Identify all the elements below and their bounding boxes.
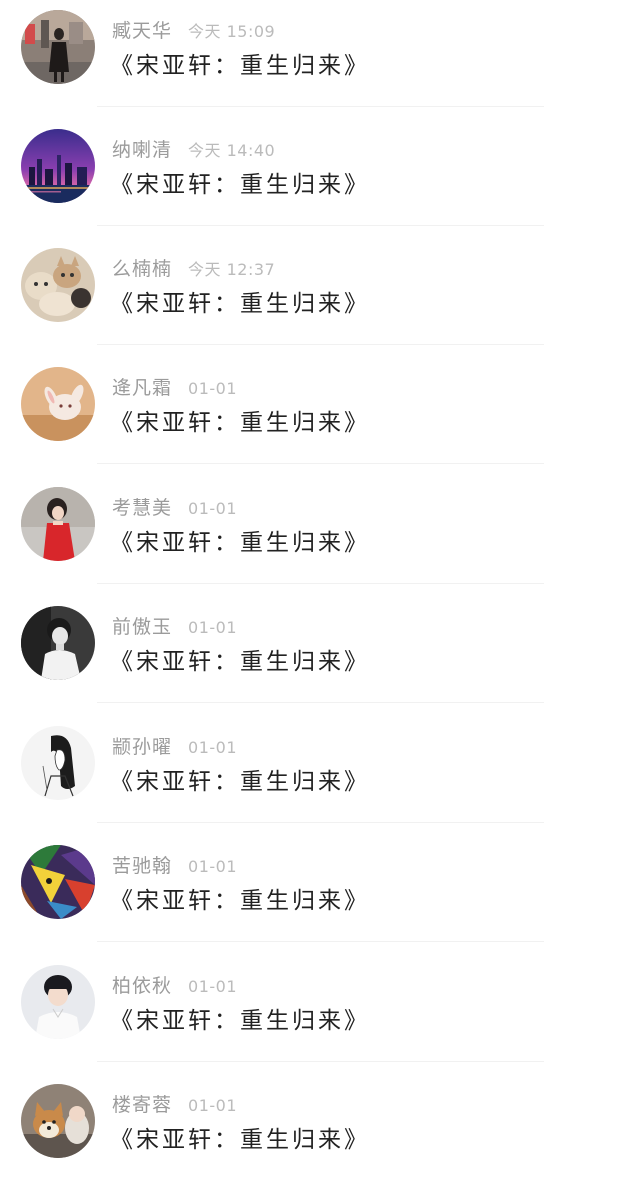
message-title[interactable]: 《宋亚轩：重生归来》 <box>110 1001 370 1035</box>
divider <box>97 225 544 226</box>
girl-red-dress-avatar <box>21 487 95 561</box>
message-title[interactable]: 《宋亚轩：重生归来》 <box>110 284 370 318</box>
sender-name: 颛孙曜 <box>112 736 173 758</box>
city-night-avatar <box>21 129 95 203</box>
message-title[interactable]: 《宋亚轩：重生归来》 <box>110 1120 370 1154</box>
message-time: 01-01 <box>188 857 238 876</box>
message-meta: 前傲玉 01-01 <box>112 612 237 640</box>
list-item[interactable]: 纳喇清 今天 14:40 《宋亚轩：重生归来》 <box>0 119 640 238</box>
avatar[interactable] <box>21 1084 95 1158</box>
message-title[interactable]: 《宋亚轩：重生归来》 <box>110 523 370 557</box>
avatar[interactable] <box>21 965 95 1039</box>
avatar[interactable] <box>21 726 95 800</box>
message-time: 01-01 <box>188 499 238 518</box>
divider <box>97 1061 544 1062</box>
avatar[interactable] <box>21 487 95 561</box>
message-meta: 么楠楠 今天 12:37 <box>112 254 275 282</box>
message-meta: 苦驰翰 01-01 <box>112 851 237 879</box>
sketch-girl-avatar <box>21 726 95 800</box>
message-time: 01-01 <box>188 618 238 637</box>
message-time: 01-01 <box>188 738 238 757</box>
message-time: 01-01 <box>188 977 238 996</box>
message-meta: 臧天华 今天 15:09 <box>112 16 275 44</box>
bw-boy-avatar <box>21 606 95 680</box>
message-title[interactable]: 《宋亚轩：重生归来》 <box>110 642 370 676</box>
sender-name: 苦驰翰 <box>112 855 173 877</box>
list-item[interactable]: 么楠楠 今天 12:37 《宋亚轩：重生归来》 <box>0 238 640 357</box>
message-meta: 柏依秋 01-01 <box>112 971 237 999</box>
sender-name: 逄凡霜 <box>112 377 173 399</box>
list-item[interactable]: 颛孙曜 01-01 《宋亚轩：重生归来》 <box>0 716 640 835</box>
message-title[interactable]: 《宋亚轩：重生归来》 <box>110 165 370 199</box>
divider <box>97 941 544 942</box>
list-item[interactable]: 前傲玉 01-01 《宋亚轩：重生归来》 <box>0 596 640 715</box>
sender-name: 柏依秋 <box>112 975 173 997</box>
colorful-art-avatar <box>21 845 95 919</box>
list-item[interactable]: 考慧美 01-01 《宋亚轩：重生归来》 <box>0 477 640 596</box>
avatar[interactable] <box>21 129 95 203</box>
message-title[interactable]: 《宋亚轩：重生归来》 <box>110 46 370 80</box>
message-title[interactable]: 《宋亚轩：重生归来》 <box>110 403 370 437</box>
list-item[interactable]: 柏依秋 01-01 《宋亚轩：重生归来》 <box>0 955 640 1074</box>
sender-name: 么楠楠 <box>112 258 173 280</box>
divider <box>97 702 544 703</box>
message-title[interactable]: 《宋亚轩：重生归来》 <box>110 762 370 796</box>
divider <box>97 822 544 823</box>
avatar[interactable] <box>21 845 95 919</box>
cats-avatar <box>21 248 95 322</box>
message-meta: 楼寄蓉 01-01 <box>112 1090 237 1118</box>
shiba-dog-avatar <box>21 1084 95 1158</box>
divider <box>97 344 544 345</box>
avatar[interactable] <box>21 367 95 441</box>
avatar[interactable] <box>21 606 95 680</box>
list-item[interactable]: 楼寄蓉 01-01 《宋亚轩：重生归来》 <box>0 1074 640 1193</box>
message-time: 01-01 <box>188 379 238 398</box>
message-meta: 逄凡霜 01-01 <box>112 373 237 401</box>
message-time: 01-01 <box>188 1096 238 1115</box>
sender-name: 楼寄蓉 <box>112 1094 173 1116</box>
avatar[interactable] <box>21 10 95 84</box>
sender-name: 考慧美 <box>112 497 173 519</box>
divider <box>97 106 544 107</box>
message-meta: 考慧美 01-01 <box>112 493 237 521</box>
sender-name: 纳喇清 <box>112 139 173 161</box>
boy-portrait-avatar <box>21 965 95 1039</box>
list-item[interactable]: 逄凡霜 01-01 《宋亚轩：重生归来》 <box>0 357 640 476</box>
message-list: 臧天华 今天 15:09 《宋亚轩：重生归来》 纳喇清 今天 14:40 《宋亚… <box>0 0 640 1170</box>
divider <box>97 583 544 584</box>
message-time: 今天 14:40 <box>188 141 276 160</box>
list-item[interactable]: 苦驰翰 01-01 《宋亚轩：重生归来》 <box>0 835 640 954</box>
sender-name: 前傲玉 <box>112 616 173 638</box>
avatar[interactable] <box>21 248 95 322</box>
message-meta: 颛孙曜 01-01 <box>112 732 237 760</box>
message-time: 今天 15:09 <box>188 22 276 41</box>
message-title[interactable]: 《宋亚轩：重生归来》 <box>110 881 370 915</box>
divider <box>97 463 544 464</box>
rabbit-in-box-avatar <box>21 367 95 441</box>
message-meta: 纳喇清 今天 14:40 <box>112 135 275 163</box>
sender-name: 臧天华 <box>112 20 173 42</box>
street-photo-avatar <box>21 10 95 84</box>
list-item[interactable]: 臧天华 今天 15:09 《宋亚轩：重生归来》 <box>0 0 640 119</box>
message-time: 今天 12:37 <box>188 260 276 279</box>
